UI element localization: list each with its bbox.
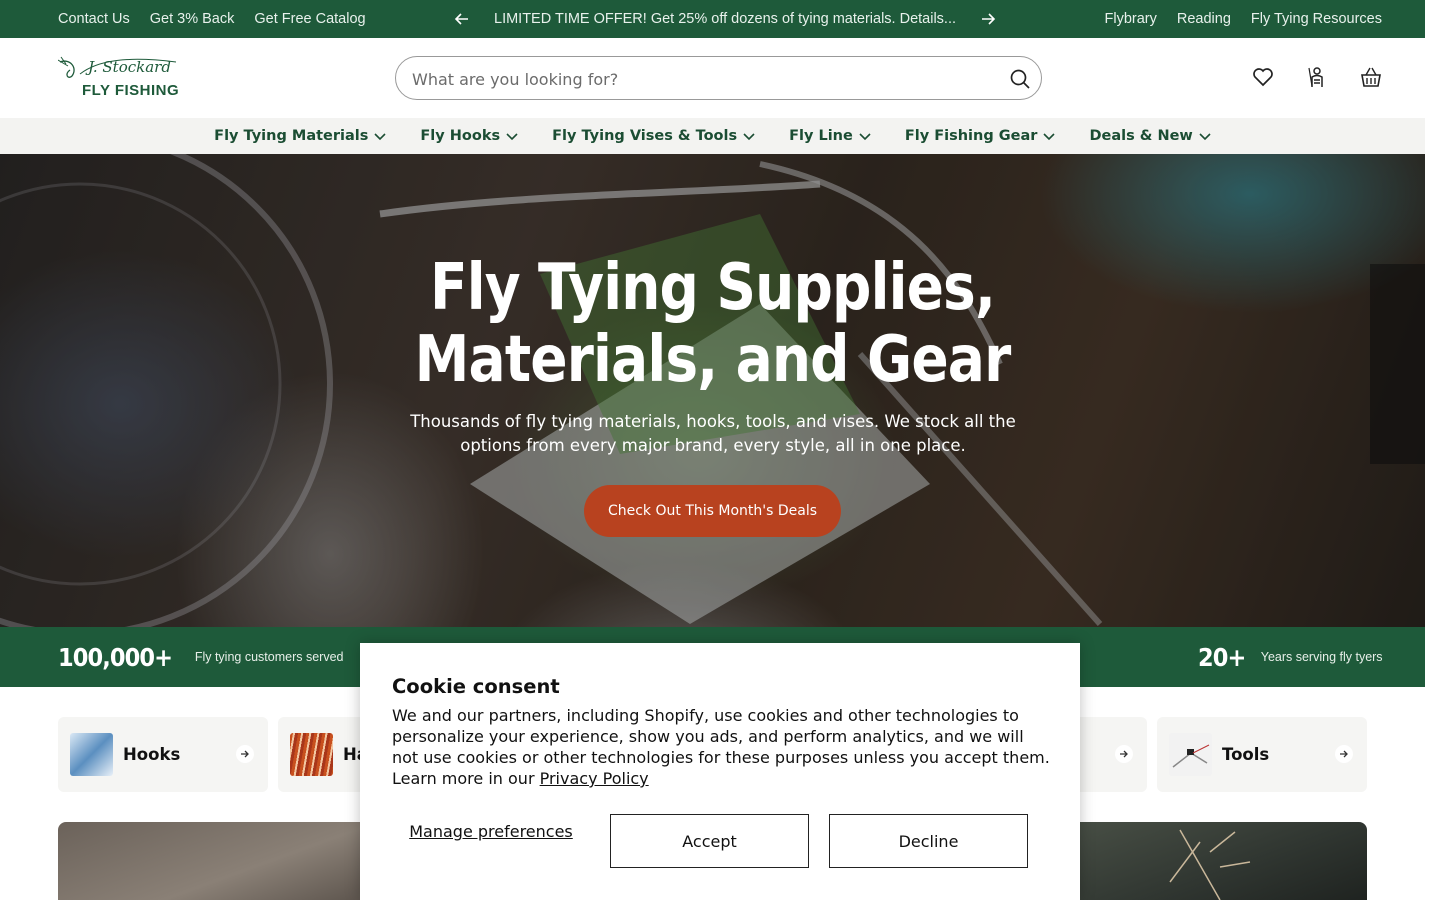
promo-feather-image (1169, 829, 1251, 900)
search-input[interactable] (412, 67, 992, 91)
hero-banner: Fly Tying Supplies, Materials, and Gear T… (0, 154, 1425, 627)
stat-years: 20+ Years serving fly tyers (1198, 627, 1383, 687)
stat-label: Fly tying customers served (194, 650, 344, 664)
chevron-down-icon (743, 133, 755, 141)
arrow-right-icon (236, 745, 254, 763)
cookie-consent-dialog: Cookie consent We and our partners, incl… (360, 643, 1080, 900)
decline-cookies-button[interactable]: Decline (829, 814, 1028, 868)
search-bar (395, 56, 1042, 100)
category-name: Tools (1222, 745, 1270, 764)
nav-fly-tying-materials[interactable]: Fly Tying Materials (214, 128, 386, 144)
chevron-down-icon (374, 133, 386, 141)
announcement-carousel: LIMITED TIME OFFER! Get 25% off dozens o… (452, 0, 998, 38)
top-left-links: Contact Us Get 3% Back Get Free Catalog (58, 0, 366, 38)
top-right-links: Flybrary Reading Fly Tying Resources (1105, 0, 1382, 38)
hero-title-line2: Materials, and Gear (414, 323, 1012, 397)
nav-label: Fly Tying Vises & Tools (552, 128, 738, 144)
tools-thumbnail (1169, 733, 1212, 776)
nav-fly-line[interactable]: Fly Line (789, 128, 871, 144)
announcement-text[interactable]: LIMITED TIME OFFER! Get 25% off dozens o… (494, 11, 956, 27)
site-header: J. Stockard FLY FISHING (0, 38, 1425, 118)
arrow-right-icon (1115, 745, 1133, 763)
cart-basket-icon[interactable] (1360, 66, 1382, 88)
privacy-policy-link[interactable]: Privacy Policy (540, 769, 649, 788)
nav-label: Deals & New (1089, 128, 1193, 144)
nav-fly-hooks[interactable]: Fly Hooks (420, 128, 518, 144)
search-icon[interactable] (1009, 68, 1031, 90)
hair-thumbnail (290, 733, 333, 776)
nav-fly-fishing-gear[interactable]: Fly Fishing Gear (905, 128, 1056, 144)
nav-label: Fly Fishing Gear (904, 128, 1038, 144)
monthly-deals-button[interactable]: Check Out This Month's Deals (584, 485, 841, 537)
logo-text: FLY FISHING (82, 82, 180, 99)
hero-subtitle: Thousands of fly tying materials, hooks,… (410, 412, 1016, 455)
arrow-right-icon (1335, 745, 1353, 763)
nav-label: Fly Tying Materials (214, 128, 369, 144)
stat-customers: 100,000+ Fly tying customers served (58, 627, 344, 687)
stat-number: 20+ (1198, 642, 1246, 672)
promo-card-left[interactable] (58, 822, 378, 900)
hero-title-line1: Fly Tying Supplies, (429, 251, 996, 325)
next-announcement-button[interactable] (978, 9, 998, 29)
chevron-down-icon (506, 133, 518, 141)
nav-label: Fly Line (789, 128, 853, 144)
hero-title: Fly Tying Supplies, Materials, and Gear (100, 252, 1326, 396)
chevron-down-icon (1043, 133, 1056, 141)
top-announcement-bar: Contact Us Get 3% Back Get Free Catalog … (0, 0, 1425, 38)
cookie-body-text: We and our partners, including Shopify, … (392, 706, 1050, 788)
arrow-right-icon (982, 13, 996, 25)
contact-us-link[interactable]: Contact Us (58, 11, 130, 27)
category-card-tools[interactable]: Tools (1157, 717, 1367, 792)
arrow-left-icon (454, 13, 468, 25)
wishlist-heart-icon[interactable] (1252, 66, 1274, 88)
get-3-back-link[interactable]: Get 3% Back (150, 11, 235, 27)
cookie-title: Cookie consent (392, 675, 560, 698)
category-name: Hooks (123, 745, 181, 764)
cookie-body: We and our partners, including Shopify, … (392, 705, 1052, 789)
prev-announcement-button[interactable] (452, 9, 472, 29)
promo-card-right[interactable] (1060, 822, 1367, 900)
header-actions (1252, 66, 1382, 88)
chevron-down-icon (1199, 133, 1211, 141)
flybrary-link[interactable]: Flybrary (1105, 11, 1157, 27)
stat-number: 100,000+ (58, 642, 173, 672)
main-navigation: Fly Tying Materials Fly Hooks Fly Tying … (0, 118, 1425, 154)
accept-cookies-button[interactable]: Accept (610, 814, 809, 868)
logo-script: J. Stockard (88, 58, 171, 76)
nav-label: Fly Hooks (420, 128, 501, 144)
fly-tying-resources-link[interactable]: Fly Tying Resources (1251, 11, 1382, 27)
nav-deals-new[interactable]: Deals & New (1089, 128, 1211, 144)
free-catalog-link[interactable]: Get Free Catalog (254, 11, 365, 27)
category-card-hooks[interactable]: Hooks (58, 717, 268, 792)
site-logo[interactable]: J. Stockard FLY FISHING (58, 54, 180, 102)
hooks-thumbnail (70, 733, 113, 776)
account-fisherman-icon[interactable] (1306, 66, 1328, 88)
manage-preferences-link[interactable]: Manage preferences (392, 822, 590, 841)
nav-vises-tools[interactable]: Fly Tying Vises & Tools (552, 128, 755, 144)
stat-label: Years serving fly tyers (1260, 650, 1383, 664)
chevron-down-icon (859, 133, 871, 141)
reading-link[interactable]: Reading (1177, 11, 1231, 27)
